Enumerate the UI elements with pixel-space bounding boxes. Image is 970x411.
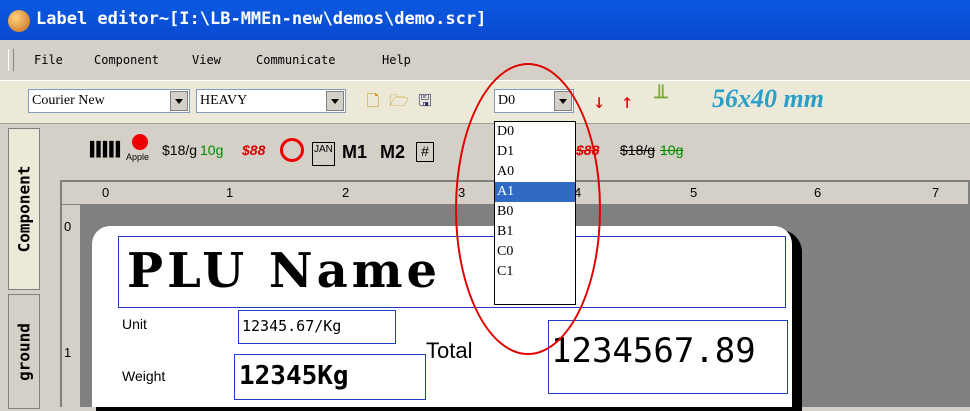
font-weight-select[interactable]: HEAVY [196, 89, 346, 113]
chevron-down-icon[interactable] [326, 91, 344, 111]
side-panel: Component ground [0, 124, 60, 409]
unit-price-strike-button[interactable]: $18/g [620, 142, 655, 166]
unit-price-button[interactable]: $18/g [162, 142, 197, 166]
vertical-ruler: 0 1 [62, 205, 80, 407]
weight-text: 12345Kg [239, 361, 349, 391]
plu-name-text: PLU Name [127, 243, 442, 299]
price-button[interactable]: $88 [242, 142, 265, 166]
menu-help[interactable]: Help [382, 53, 411, 67]
font-name-select[interactable]: Courier New [28, 89, 190, 113]
dropdown-option[interactable]: C1 [495, 262, 575, 282]
adjust-icon[interactable]: ╨ [650, 87, 672, 111]
price-strike-button[interactable]: $88 [576, 142, 599, 166]
m2-button[interactable]: M2 [380, 142, 405, 166]
tab-component[interactable]: Component [8, 128, 40, 290]
dropdown-option-selected[interactable]: A1 [495, 182, 575, 202]
menu-file[interactable]: File [34, 53, 63, 67]
menu-communicate[interactable]: Communicate [256, 53, 335, 67]
open-folder-icon[interactable]: 🗁 [388, 89, 410, 113]
tab-background-label: ground [14, 322, 34, 381]
dropdown-option[interactable]: D0 [495, 122, 575, 142]
ruler-label: 5 [690, 185, 698, 200]
menu-grip[interactable] [8, 49, 14, 71]
total-field[interactable]: 1234567.89 [548, 320, 788, 394]
apple-icon [132, 134, 148, 150]
resolution-dropdown-list[interactable]: D0 D1 A0 A1 B0 B1 C0 C1 [494, 121, 576, 305]
jan-button[interactable]: JAN [312, 142, 335, 166]
weight-strike-button[interactable]: 10g [660, 142, 683, 166]
dropdown-option[interactable]: B1 [495, 222, 575, 242]
ruler-label: 1 [64, 345, 72, 360]
apple-label: Apple [126, 152, 150, 162]
font-name-value: Courier New [32, 93, 105, 108]
plu-name-field[interactable]: PLU Name [118, 236, 786, 308]
resolution-select[interactable]: D0 [494, 89, 574, 113]
label-size-readout: 56x40 mm [712, 84, 824, 113]
m1-button[interactable]: M1 [342, 142, 367, 166]
unit-price-text: 12345.67/Kg [242, 317, 342, 335]
menu-bar: File Component View Communicate Help [0, 46, 970, 74]
apple-button[interactable]: Apple [124, 134, 156, 170]
chevron-down-icon[interactable] [554, 91, 572, 111]
barcode-icon[interactable]: ▌▌▌▌▌ [90, 142, 124, 166]
title-bar: Label editor~[I:\LB-MMEn-new\demos\demo.… [0, 0, 970, 40]
dropdown-option[interactable]: C0 [495, 242, 575, 262]
counter-button[interactable]: # [416, 142, 434, 162]
chevron-down-icon[interactable] [170, 91, 188, 111]
menu-view[interactable]: View [192, 53, 221, 67]
ruler-label: 6 [814, 185, 822, 200]
ruler-label: 0 [102, 185, 110, 200]
format-toolbar: Courier New HEAVY 🗋 🗁 🖫 D0 ↓ ↑ ╨ [0, 80, 970, 124]
ruler-label: 3 [458, 185, 466, 200]
total-label: Total [426, 338, 473, 363]
unit-price-field[interactable]: 12345.67/Kg [238, 310, 396, 344]
window-title: Label editor~[I:\LB-MMEn-new\demos\demo.… [36, 9, 487, 29]
font-weight-value: HEAVY [200, 93, 248, 108]
ruler-label: 7 [932, 185, 940, 200]
new-document-icon[interactable]: 🗋 [362, 89, 384, 113]
arrow-up-icon[interactable]: ↑ [616, 89, 638, 113]
weight-field[interactable]: 12345Kg [234, 354, 426, 400]
dropdown-option[interactable]: B0 [495, 202, 575, 222]
ruler-label: 0 [64, 219, 72, 234]
dropdown-option[interactable]: A0 [495, 162, 575, 182]
weight-label: Weight [122, 368, 166, 384]
unit-label: Unit [122, 316, 147, 332]
dropdown-option[interactable]: D1 [495, 142, 575, 162]
app-icon [8, 10, 30, 32]
ruler-label: 2 [342, 185, 350, 200]
total-text: 1234567.89 [551, 331, 756, 371]
tab-component-label: Component [14, 165, 34, 253]
no-icon[interactable] [280, 138, 304, 162]
resolution-value: D0 [498, 93, 516, 108]
weight-button[interactable]: 10g [200, 142, 223, 166]
ruler-label: 1 [226, 185, 234, 200]
save-disk-icon[interactable]: 🖫 [414, 89, 436, 113]
arrow-down-icon[interactable]: ↓ [588, 89, 610, 113]
tab-background[interactable]: ground [8, 294, 40, 409]
menu-component[interactable]: Component [94, 53, 159, 67]
